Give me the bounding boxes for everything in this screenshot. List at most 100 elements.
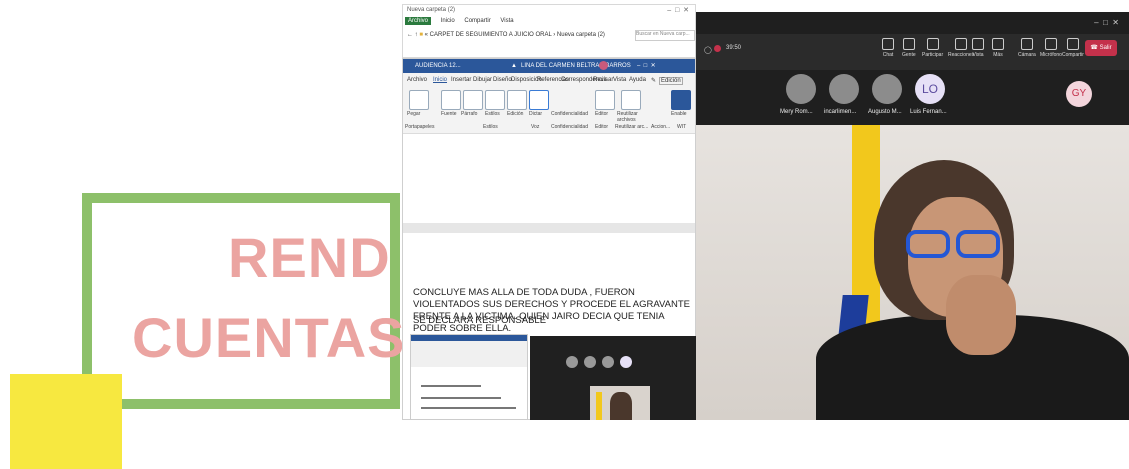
- find-icon[interactable]: [507, 90, 527, 110]
- glasses: [906, 230, 1010, 260]
- explorer-tabs: Archivo Inicio Compartir Vista: [405, 17, 522, 25]
- mini-avatar: [602, 356, 614, 368]
- leave-button[interactable]: ☎ Salir: [1085, 40, 1117, 56]
- explorer-tab-vista[interactable]: Vista: [500, 18, 513, 24]
- yellow-square: [10, 374, 122, 469]
- explorer-title: Nueva carpeta (2): [407, 7, 456, 13]
- group-clipboard: Portapapeles: [405, 124, 435, 130]
- reactions-button[interactable]: Reacciones: [948, 38, 974, 58]
- user-avatar[interactable]: [599, 61, 608, 70]
- confidentiality-label[interactable]: Confidencialidad: [551, 111, 588, 117]
- participant-avatar-1[interactable]: [786, 74, 816, 104]
- menu-archivo[interactable]: Archivo: [407, 77, 427, 83]
- participant-name-2: incarlimen...: [824, 109, 857, 115]
- paragraph-label: Párrafo: [461, 111, 478, 117]
- embedded-screenshot-teams: [530, 336, 696, 420]
- participant-name-3: Augusto M...: [868, 109, 902, 115]
- menu-vista[interactable]: Vista: [613, 77, 626, 83]
- paragraph-icon[interactable]: [463, 90, 483, 110]
- teams-meeting-window: – □ ✕ ◯ 39:50 Chat Gente Participar Reac…: [696, 12, 1129, 420]
- mini-text-line: [421, 407, 516, 409]
- mini-text-line: [421, 397, 501, 399]
- slide-title-line1: REND: [228, 226, 391, 289]
- font-icon[interactable]: [441, 90, 461, 110]
- window-controls[interactable]: – □ ✕: [667, 6, 689, 14]
- enable-label: Enable: [671, 111, 687, 117]
- participant-avatar-3[interactable]: [872, 74, 902, 104]
- camera-button[interactable]: Cámara: [1018, 38, 1036, 58]
- window-controls[interactable]: – □ ✕: [1094, 18, 1119, 27]
- participant-name-4: Luis Fernan...: [910, 109, 947, 115]
- group-editor: Editor: [595, 124, 609, 130]
- person-hand: [946, 275, 1016, 355]
- explorer-tab-inicio[interactable]: Inicio: [441, 18, 455, 24]
- menu-ayuda[interactable]: Ayuda: [629, 77, 646, 83]
- menu-inicio[interactable]: Inicio: [433, 77, 447, 83]
- editing-mode-button[interactable]: Edición: [659, 77, 683, 85]
- hand-icon: [926, 38, 939, 50]
- pencil-icon: ✎: [651, 78, 657, 84]
- back-arrow-icon[interactable]: ←: [407, 32, 413, 38]
- group-wit: WIT: [677, 124, 687, 130]
- address-bar[interactable]: ← ↑ ■ « CARPET DE SEGUIMIENTO A JUICIO O…: [407, 32, 605, 38]
- explorer-search-input[interactable]: Buscar en Nueva carp...: [635, 30, 695, 41]
- more-button[interactable]: Más: [992, 38, 1004, 58]
- slide-title-line2: CUENTAS: [132, 306, 406, 369]
- participant-avatar-2[interactable]: [829, 74, 859, 104]
- mini-text-line: [421, 385, 481, 387]
- participant-avatar-4[interactable]: LO: [915, 74, 945, 104]
- chat-icon: [882, 38, 894, 50]
- word-titlebar: AUDIENCIA 12... ▲ LINA DEL CARMEN BELTRA…: [403, 59, 695, 73]
- mini-ribbon: [411, 341, 527, 367]
- reuse-files-icon[interactable]: [621, 90, 641, 110]
- self-avatar[interactable]: GY: [1066, 81, 1092, 107]
- font-label: Fuente: [441, 111, 457, 117]
- group-actions: Accion...: [651, 124, 671, 130]
- document-paragraph-1[interactable]: CONCLUYE MAS ALLA DE TODA DUDA , FUERON …: [413, 287, 691, 335]
- raise-hand-button[interactable]: Participar: [922, 38, 943, 58]
- enable-icon[interactable]: [671, 90, 691, 110]
- up-arrow-icon[interactable]: ↑: [415, 32, 418, 38]
- warning-icon: ▲: [511, 63, 517, 69]
- people-button[interactable]: Gente: [902, 38, 916, 58]
- page-separator: [403, 223, 695, 233]
- paste-icon[interactable]: [409, 90, 429, 110]
- record-icon: [714, 45, 721, 52]
- menu-dibujar[interactable]: Dibujar: [473, 77, 492, 83]
- mic-icon: [1044, 38, 1057, 50]
- styles-icon[interactable]: [485, 90, 505, 110]
- embedded-screenshot-word: [410, 334, 528, 420]
- share-button[interactable]: Compartir: [1062, 38, 1084, 58]
- microphone-button[interactable]: Micrófono: [1040, 38, 1062, 58]
- participant-name-1: Mery Rom...: [780, 109, 813, 115]
- explorer-tab-archivo[interactable]: Archivo: [405, 17, 432, 25]
- microphone-icon[interactable]: [529, 90, 549, 110]
- document-title: AUDIENCIA 12...: [415, 63, 461, 69]
- window-controls[interactable]: – □ ✕: [637, 62, 656, 69]
- menu-revisar[interactable]: Revisar: [593, 77, 613, 83]
- menu-insertar[interactable]: Insertar: [451, 77, 471, 83]
- group-styles: Estilos: [483, 124, 498, 130]
- group-voice: Voz: [531, 124, 540, 130]
- group-confidentiality: Confidencialidad: [551, 124, 588, 130]
- word-ribbon: Pegar Fuente Párrafo Estilos Edición Dic…: [403, 87, 695, 134]
- address-path: « CARPET DE SEGUIMIENTO A JUICIO ORAL › …: [424, 32, 605, 38]
- explorer-tab-compartir[interactable]: Compartir: [464, 18, 490, 24]
- document-paragraph-2[interactable]: SE DECLARA RESPONSABLE: [413, 315, 691, 327]
- mini-avatar: [566, 356, 578, 368]
- editor-icon[interactable]: [595, 90, 615, 110]
- mini-video: [590, 386, 650, 420]
- group-reuse: Reutilizar arc...: [615, 124, 649, 130]
- meeting-toolbar: ◯ 39:50 Chat Gente Participar Reacciones…: [696, 34, 1129, 70]
- chat-button[interactable]: Chat: [882, 38, 894, 58]
- people-icon: [902, 38, 915, 50]
- styles-label: Estilos: [485, 111, 500, 117]
- editing-label: Edición: [507, 111, 524, 117]
- word-menu-bar: Archivo Inicio Insertar Dibujar Diseño D…: [403, 73, 695, 87]
- view-icon: [972, 38, 984, 50]
- view-button[interactable]: Vista: [972, 38, 984, 58]
- phone-icon: ☎: [1090, 45, 1098, 51]
- shield-icon: ◯: [704, 47, 712, 54]
- file-explorer-window: Nueva carpeta (2) – □ ✕ Archivo Inicio C…: [402, 4, 696, 58]
- menu-diseno[interactable]: Diseño: [493, 77, 512, 83]
